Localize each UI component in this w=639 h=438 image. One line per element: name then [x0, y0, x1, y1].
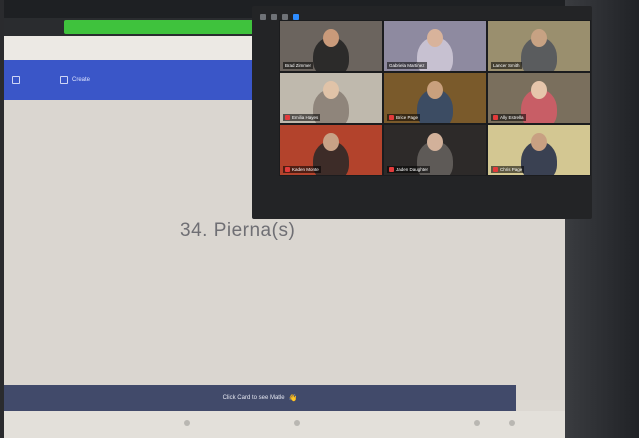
- muted-mic-icon: [389, 115, 394, 120]
- participant-face: [323, 133, 339, 151]
- participant-tile[interactable]: Emilia Hayes: [279, 72, 383, 124]
- participant-name: Brad Zimmer: [283, 62, 314, 69]
- muted-mic-icon: [285, 167, 290, 172]
- participant-name: Lancer Smith: [491, 62, 522, 69]
- participant-name: Kaden Monte: [283, 166, 321, 173]
- photo-of-monitor: Create 34. Pierna(s) Click Card to see M…: [0, 0, 639, 438]
- create-icon: [60, 76, 68, 84]
- toolbar-icon[interactable]: [474, 420, 480, 426]
- zoom-gallery-window: Brad Zimmer Gabriela Martinez Lancer Smith…: [252, 6, 592, 219]
- minimize-icon[interactable]: [260, 14, 266, 20]
- participant-face: [323, 29, 339, 47]
- participant-face: [531, 29, 547, 47]
- slide-title: 34. Pierna(s): [180, 220, 296, 241]
- muted-mic-icon: [493, 115, 498, 120]
- participant-name: Emilia Hayes: [283, 114, 321, 121]
- participant-name-text: Chris Page: [500, 167, 523, 172]
- participant-face: [323, 81, 339, 99]
- screen-share-banner[interactable]: [64, 20, 254, 34]
- participant-name: Brice Page: [387, 114, 421, 121]
- participant-grid: Brad Zimmer Gabriela Martinez Lancer Smith…: [279, 20, 591, 216]
- participant-name: Ally Estrella: [491, 114, 526, 121]
- participant-name-text: Emilia Hayes: [292, 115, 319, 120]
- participant-name: Jaden Daughter: [387, 166, 431, 173]
- participant-tile[interactable]: Ally Estrella: [487, 72, 591, 124]
- muted-mic-icon: [493, 167, 498, 172]
- participant-name: Gabriela Martinez: [387, 62, 427, 69]
- participant-name-text: Brice Page: [396, 115, 419, 120]
- toolbar-icon[interactable]: [184, 420, 190, 426]
- create-button[interactable]: Create: [60, 76, 90, 84]
- participant-tile[interactable]: Lancer Smith: [487, 20, 591, 72]
- toolbar-icon[interactable]: [509, 420, 515, 426]
- participant-tile[interactable]: Chris Page: [487, 124, 591, 176]
- bottom-toolbar: [4, 411, 566, 438]
- participant-name-text: Brad Zimmer: [285, 63, 312, 68]
- footer-bar[interactable]: Click Card to see Matle 👋: [4, 385, 516, 411]
- participant-name-text: Jaden Daughter: [396, 167, 429, 172]
- participant-name-text: Gabriela Martinez: [389, 63, 425, 68]
- toolbar-icon[interactable]: [294, 420, 300, 426]
- participant-tile[interactable]: Jaden Daughter: [383, 124, 487, 176]
- participant-name-text: Kaden Monte: [292, 167, 319, 172]
- participant-tile[interactable]: Brice Page: [383, 72, 487, 124]
- gallery-view-icon[interactable]: [271, 14, 277, 20]
- hand-icon: 👋: [288, 395, 298, 402]
- muted-mic-icon: [389, 167, 394, 172]
- footer-text: Click Card to see Matle: [222, 395, 285, 401]
- participant-tile[interactable]: Kaden Monte: [279, 124, 383, 176]
- participant-face: [531, 81, 547, 99]
- participant-tile[interactable]: Brad Zimmer: [279, 20, 383, 72]
- menu-icon[interactable]: [12, 76, 20, 84]
- create-label: Create: [72, 77, 91, 83]
- muted-mic-icon: [285, 115, 290, 120]
- participant-tile[interactable]: Gabriela Martinez: [383, 20, 487, 72]
- participant-face: [531, 133, 547, 151]
- participant-face: [427, 133, 443, 151]
- participant-face: [427, 81, 443, 99]
- participant-name: Chris Page: [491, 166, 525, 173]
- participant-name-text: Lancer Smith: [493, 63, 520, 68]
- participant-face: [427, 29, 443, 47]
- participant-name-text: Ally Estrella: [500, 115, 524, 120]
